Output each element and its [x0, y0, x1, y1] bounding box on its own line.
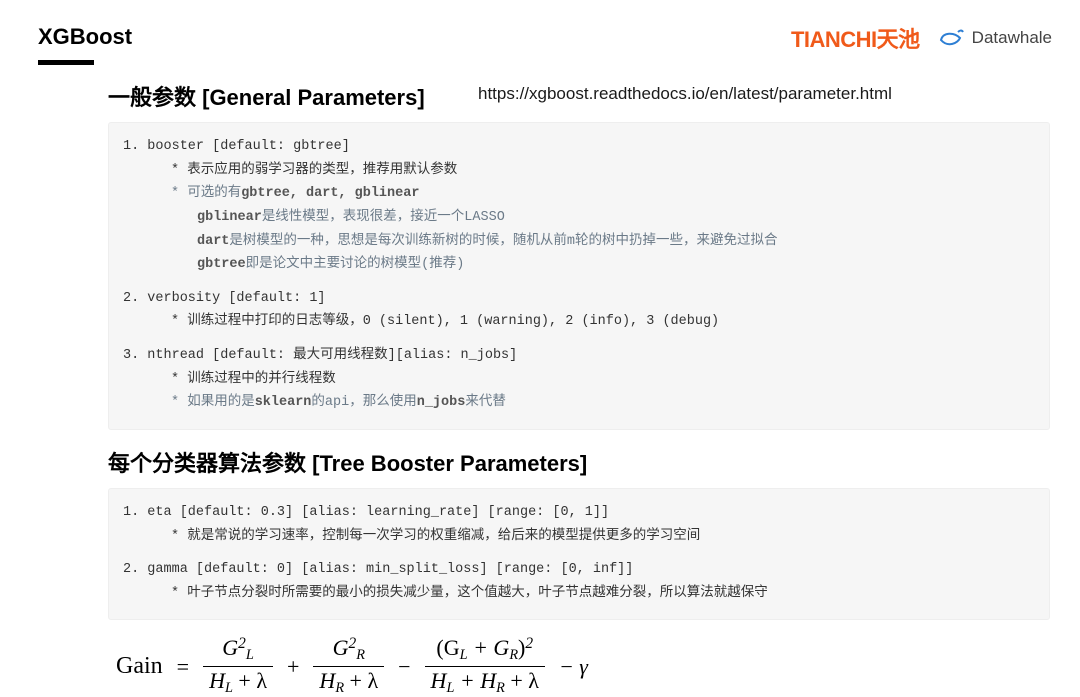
gain-formula: Gain = G2L HL + λ + G2R HR + λ − (GL + G…	[108, 636, 1050, 696]
param-booster: 1. booster [default: gbtree]	[123, 135, 1035, 159]
datawhale-label: Datawhale	[972, 28, 1052, 48]
param-nthread: 3. nthread [default: 最大可用线程数][alias: n_j…	[123, 344, 1035, 368]
param-nthread-desc1: * 训练过程中的并行线程数	[123, 368, 1035, 392]
param-gamma: 2. gamma [default: 0] [alias: min_split_…	[123, 558, 1035, 582]
param-gbtree-note: gbtree即是论文中主要讨论的树模型(推荐)	[123, 253, 1035, 277]
param-nthread-desc2: * 如果用的是sklearn的api，那么使用n_jobs来代替	[123, 391, 1035, 415]
param-booster-desc: * 表示应用的弱学习器的类型，推荐用默认参数	[123, 159, 1035, 183]
param-verbosity: 2. verbosity [default: 1]	[123, 287, 1035, 311]
formula-label: Gain	[116, 653, 163, 680]
param-dart-note: dart是树模型的一种，思想是每次训练新树的时候，随机从前m轮的树中扔掉一些，来…	[123, 230, 1035, 254]
section-2-heading: 每个分类器算法参数 [Tree Booster Parameters]	[108, 446, 1050, 478]
param-booster-options: * 可选的有gbtree, dart, gblinear	[123, 182, 1035, 206]
datawhale-logo: Datawhale	[938, 26, 1052, 50]
param-eta-desc: * 就是常说的学习速率，控制每一次学习的权重缩减，给后来的模型提供更多的学习空间	[123, 525, 1035, 549]
general-params-block: 1. booster [default: gbtree] * 表示应用的弱学习器…	[108, 122, 1050, 430]
section-1-heading: 一般参数 [General Parameters]	[108, 80, 1050, 112]
tree-booster-block: 1. eta [default: 0.3] [alias: learning_r…	[108, 488, 1050, 621]
param-verbosity-desc: * 训练过程中打印的日志等级，0 (silent), 1 (warning), …	[123, 310, 1035, 334]
whale-icon	[938, 26, 964, 50]
title-underline	[38, 60, 94, 65]
param-eta: 1. eta [default: 0.3] [alias: learning_r…	[123, 501, 1035, 525]
param-gamma-desc: * 叶子节点分裂时所需要的最小的损失减少量，这个值越大，叶子节点越难分裂，所以算…	[123, 582, 1035, 606]
tianchi-logo: TIANCHI天池	[791, 22, 920, 54]
param-gblinear-note: gblinear是线性模型，表现很差，接近一个LASSO	[123, 206, 1035, 230]
